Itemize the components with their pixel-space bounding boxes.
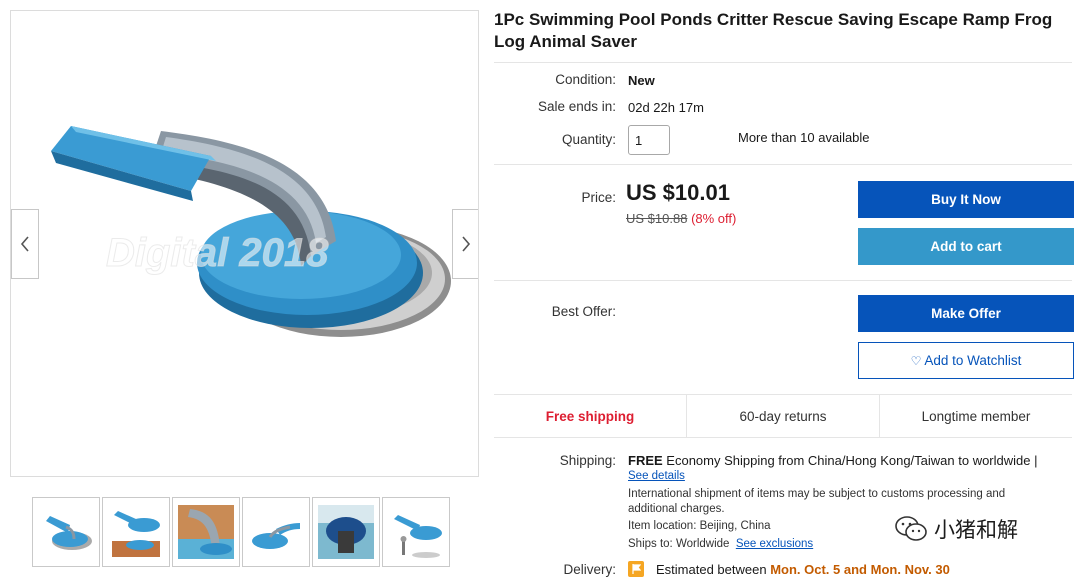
thumbnail-image xyxy=(112,511,160,557)
customs-notice-line-1: International shipment of items may be s… xyxy=(628,488,1006,500)
thumbnail-image xyxy=(394,515,442,558)
item-location: Item location: Beijing, China xyxy=(628,518,771,534)
quantity-input[interactable] xyxy=(628,125,670,155)
delivery-label: Delivery: xyxy=(563,562,616,577)
feature-returns: 60-day returns xyxy=(686,395,879,437)
divider xyxy=(494,62,1072,63)
original-price: US $10.88 xyxy=(626,211,688,226)
was-price-line: US $10.88 (8% off) xyxy=(626,211,736,226)
ships-to-value: Worldwide xyxy=(675,538,730,550)
item-location-value: Beijing, China xyxy=(699,520,771,532)
product-title: 1Pc Swimming Pool Ponds Critter Rescue S… xyxy=(494,10,1053,51)
shipping-line: FREE Economy Shipping from China/Hong Ko… xyxy=(628,453,1037,468)
thumbnail-image xyxy=(252,523,300,549)
see-details-link[interactable]: See details xyxy=(628,470,685,482)
thumbnail-2[interactable] xyxy=(102,497,170,567)
delivery-start-date: Mon. Oct. 5 xyxy=(770,562,841,577)
customs-notice-line-2: additional charges. xyxy=(628,503,725,515)
feature-longtime-member: Longtime member xyxy=(879,395,1072,437)
see-details-link-wrap: See details xyxy=(628,468,685,484)
wechat-icon xyxy=(895,516,927,541)
ships-to: Ships to: Worldwide See exclusions xyxy=(628,536,813,552)
delivery-estimate: Estimated between Mon. Oct. 5 and Mon. N… xyxy=(656,562,950,577)
delivery-flag-icon xyxy=(628,561,644,577)
item-location-label: Item location: xyxy=(628,520,697,532)
watermark-text: 小猪和解 xyxy=(934,519,1018,542)
delivery-end-date: Mon. Nov. 30 xyxy=(870,562,950,577)
image-watermark: Digital 2018 xyxy=(106,231,329,275)
wechat-watermark: 小猪和解 xyxy=(894,514,1018,544)
thumbnail-strip xyxy=(32,497,450,567)
feature-free-shipping: Free shipping xyxy=(545,408,635,424)
main-product-image[interactable]: Digital 2018 xyxy=(10,10,479,477)
thumbnail-3[interactable] xyxy=(172,497,240,567)
add-to-watchlist-button[interactable]: ♡ Add to Watchlist xyxy=(858,342,1074,379)
price-label: Price: xyxy=(581,190,616,205)
quantity-label: Quantity: xyxy=(561,132,616,147)
shipping-method: Economy Shipping from China/Hong Kong/Ta… xyxy=(666,453,1038,468)
previous-image-button[interactable] xyxy=(11,209,39,279)
availability-text: More than 10 available xyxy=(738,130,870,145)
thumbnail-1[interactable] xyxy=(32,497,100,567)
chevron-left-icon xyxy=(20,236,29,252)
thumbnail-image xyxy=(46,516,92,550)
ships-to-label: Ships to: xyxy=(628,538,673,550)
shipping-label: Shipping: xyxy=(559,453,616,468)
see-exclusions-link[interactable]: See exclusions xyxy=(736,538,813,550)
sale-ends-label: Sale ends in: xyxy=(537,99,616,114)
discount-percent: (8% off) xyxy=(691,211,737,226)
thumbnail-image xyxy=(178,505,234,559)
sale-ends-value: 02d 22h 17m xyxy=(628,100,704,115)
thumbnail-5[interactable] xyxy=(312,497,380,567)
chevron-right-icon xyxy=(462,236,471,252)
make-offer-button[interactable]: Make Offer xyxy=(858,295,1074,332)
best-offer-label: Best Offer: xyxy=(551,304,616,319)
current-price: US $10.01 xyxy=(626,180,730,205)
buy-it-now-button[interactable]: Buy It Now xyxy=(858,181,1074,218)
divider xyxy=(494,280,1072,281)
feature-bar: Free shipping 60-day returns Longtime me… xyxy=(494,394,1072,438)
delivery-and: and xyxy=(843,562,868,577)
watchlist-label: Add to Watchlist xyxy=(924,353,1022,368)
thumbnail-4[interactable] xyxy=(242,497,310,567)
thumbnail-6[interactable] xyxy=(382,497,450,567)
thumbnail-image xyxy=(318,505,374,559)
product-image: Digital 2018 xyxy=(51,126,451,337)
delivery-estimated-text: Estimated between xyxy=(656,562,767,577)
next-image-button[interactable] xyxy=(452,209,478,279)
heart-icon: ♡ xyxy=(910,353,922,368)
add-to-cart-button[interactable]: Add to cart xyxy=(858,228,1074,265)
divider xyxy=(494,164,1072,165)
shipping-free: FREE xyxy=(628,453,663,468)
condition-label: Condition: xyxy=(555,72,616,87)
condition-value: New xyxy=(628,73,655,88)
